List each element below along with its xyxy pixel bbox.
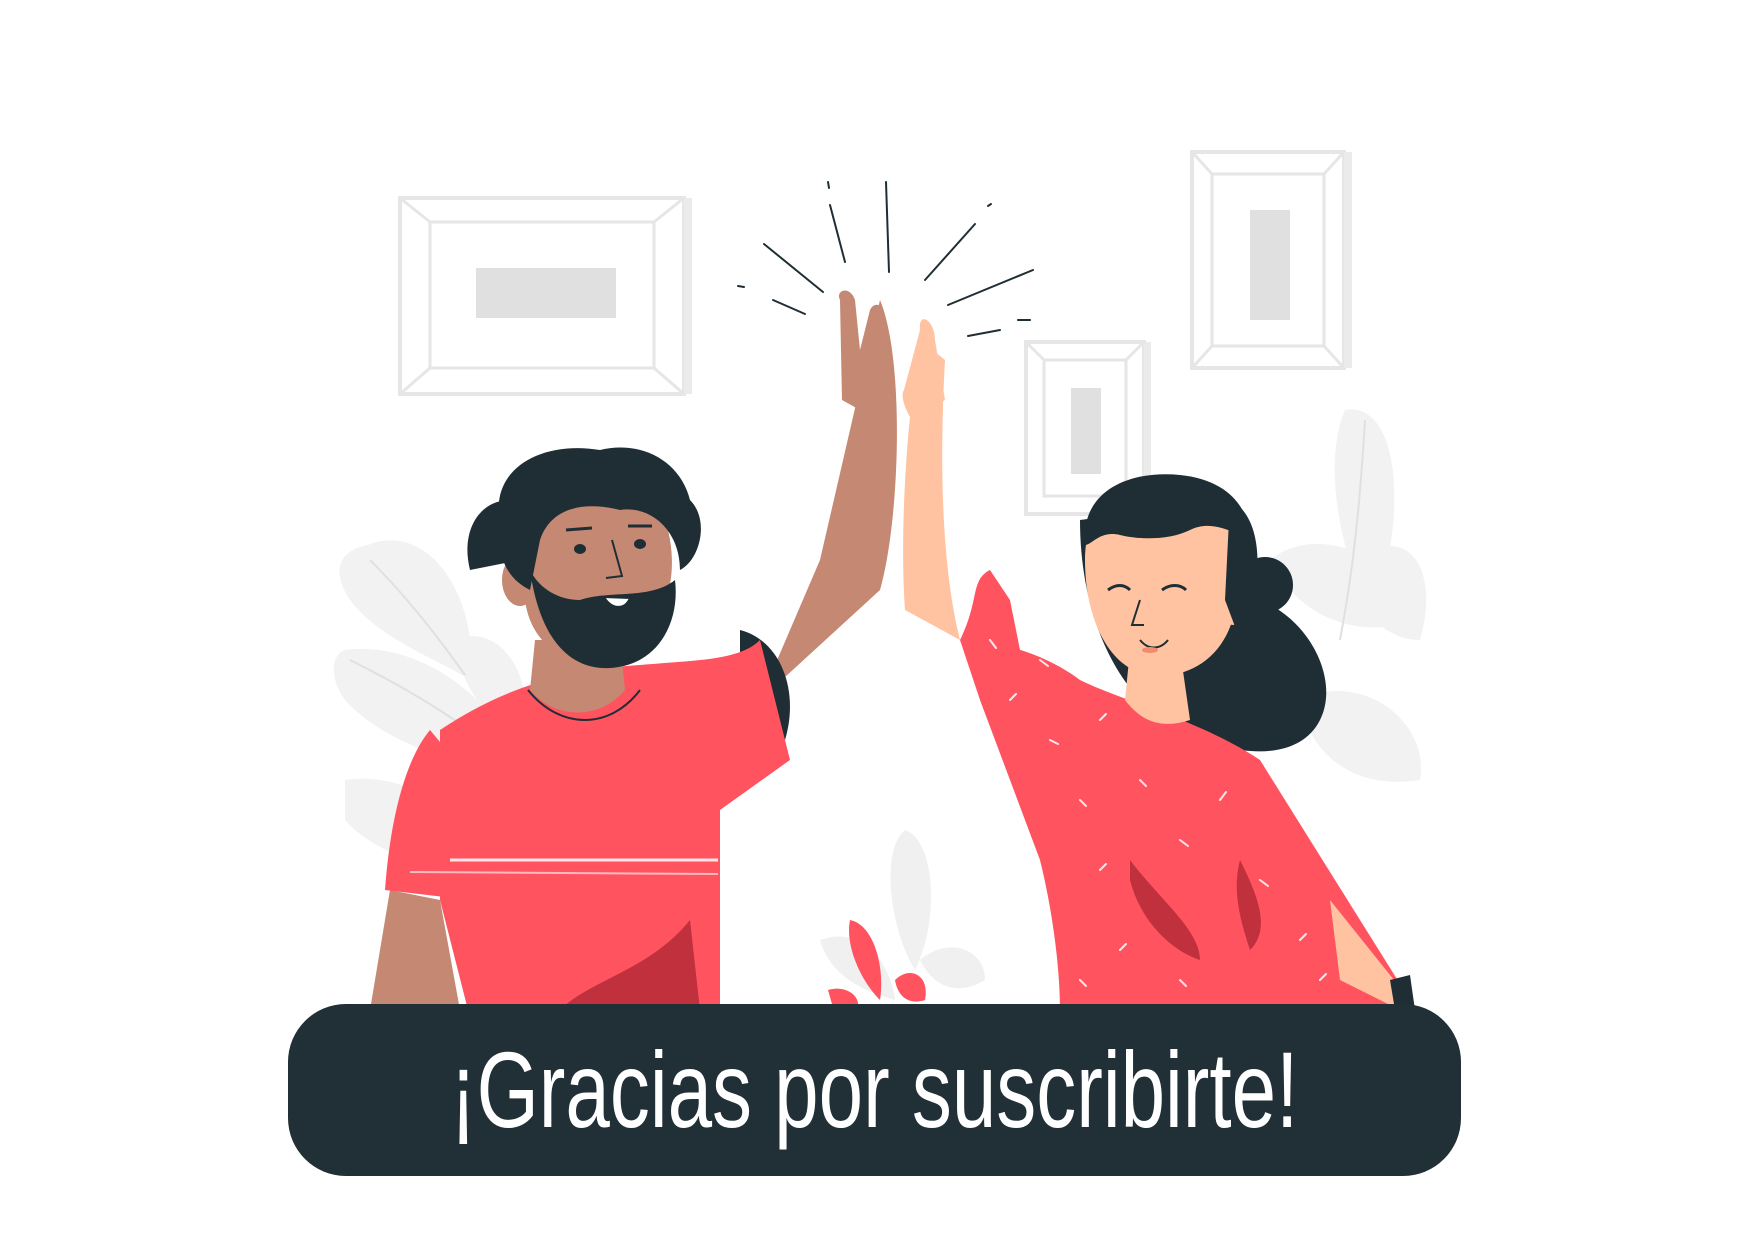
picture-frame-icon <box>1190 150 1352 370</box>
leaf-icon <box>820 830 985 1004</box>
picture-frame-icon <box>398 196 692 396</box>
thank-you-message: ¡Gracias por suscribirte! <box>450 1029 1299 1150</box>
woman-figure <box>902 319 1415 1010</box>
thank-you-banner: ¡Gracias por suscribirte! <box>288 1004 1461 1176</box>
sparkle-lines-icon <box>737 181 1034 337</box>
